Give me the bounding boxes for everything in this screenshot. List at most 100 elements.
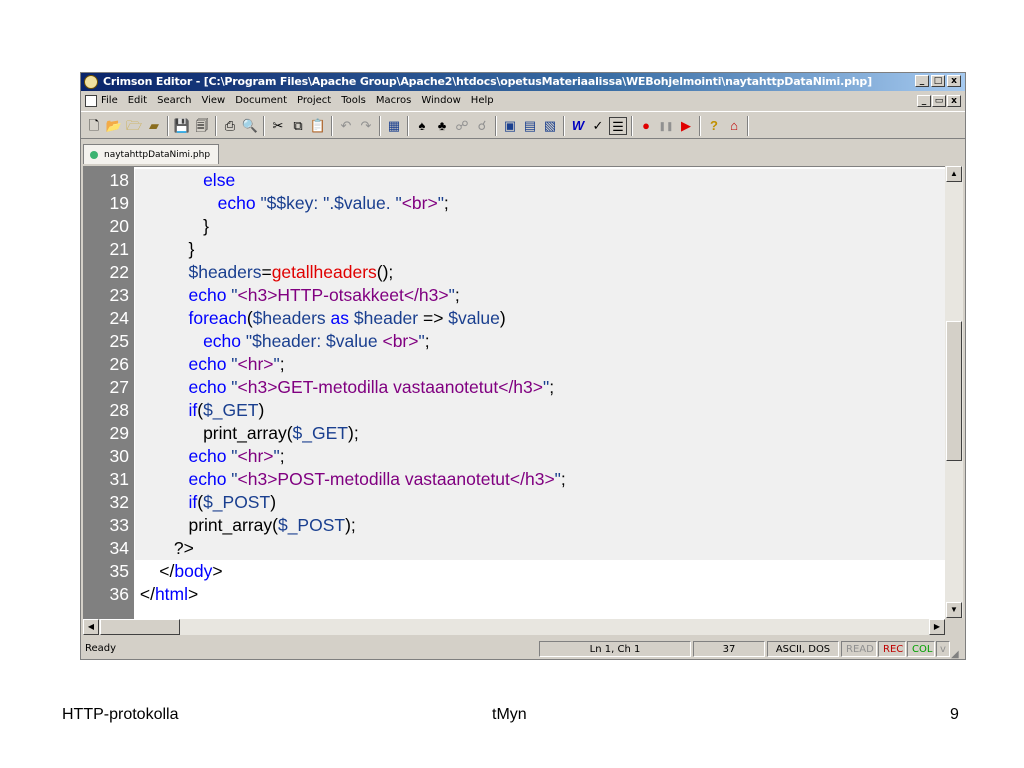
menu-document[interactable]: Document <box>230 92 292 110</box>
code-line[interactable]: 30 echo "<hr>"; <box>83 445 945 468</box>
code-line[interactable]: 34 ?> <box>83 537 945 560</box>
tab-naytahttpdatanimi[interactable]: naytahttpDataNimi.php <box>83 144 220 164</box>
code-token: echo <box>188 446 232 466</box>
line-number: 30 <box>109 446 129 466</box>
undo-icon[interactable]: ↶ <box>337 117 355 135</box>
replace-next-icon[interactable]: ☌ <box>473 117 491 135</box>
print-icon[interactable]: ⎙ <box>221 117 239 135</box>
code-line[interactable]: 33 print_array($_POST); <box>83 514 945 537</box>
line-numbers-icon[interactable]: ☰ <box>609 117 627 135</box>
new-file-icon[interactable]: 🗋 <box>85 117 103 135</box>
code-line[interactable]: 20 } <box>83 215 945 238</box>
toggle-directory-icon[interactable]: ▤ <box>521 117 539 135</box>
code-token: echo <box>188 377 232 397</box>
code-line[interactable]: 25 echo "$header: $value <br>"; <box>83 330 945 353</box>
code-line[interactable]: 22 $headers=getallheaders(); <box>83 261 945 284</box>
crimson-editor-app-icon[interactable] <box>84 75 98 89</box>
menu-project[interactable]: Project <box>292 92 336 110</box>
code-text: echo "<h3>POST-metodilla vastaanotetut</… <box>135 468 945 491</box>
menu-tools[interactable]: Tools <box>336 92 371 110</box>
code-line[interactable]: 28 if($_GET) <box>83 399 945 422</box>
code-line[interactable]: 24 foreach($headers as $header => $value… <box>83 307 945 330</box>
code-line[interactable]: 23 echo "<h3>HTTP-otsakkeet</h3>"; <box>83 284 945 307</box>
code-line[interactable]: 35 </body> <box>83 560 945 583</box>
open-icon[interactable]: 📂 <box>105 117 123 135</box>
toggle-output-icon[interactable]: ▣ <box>501 117 519 135</box>
open-folder-icon[interactable]: ▰ <box>145 117 163 135</box>
mdi-close-button[interactable]: x <box>947 95 961 107</box>
code-text: echo "$header: $value <br>"; <box>135 330 945 353</box>
copy-icon[interactable]: ⧉ <box>289 117 307 135</box>
menu-search[interactable]: Search <box>152 92 196 110</box>
code-token: > <box>188 584 199 604</box>
record-macro-icon[interactable]: ● <box>637 117 655 135</box>
find-next-icon[interactable]: ♣ <box>433 117 451 135</box>
line-number: 18 <box>109 170 129 190</box>
mdi-minimize-button[interactable]: _ <box>917 95 931 107</box>
code-token: ); <box>345 515 356 535</box>
vertical-scrollbar[interactable]: ▲ ▼ <box>945 166 963 618</box>
scroll-up-arrow-icon[interactable]: ▲ <box>946 166 962 182</box>
find-icon[interactable]: ♠ <box>413 117 431 135</box>
line-number: 23 <box>109 285 129 305</box>
code-line[interactable]: 29 print_array($_GET); <box>83 422 945 445</box>
paste-icon[interactable]: 📋 <box>309 117 327 135</box>
print-preview-icon[interactable]: 🔍 <box>241 117 259 135</box>
open-remote-icon[interactable]: 🗁 <box>125 117 143 135</box>
code-token: "$header: $value <box>245 331 383 351</box>
code-line[interactable]: 19 echo "$$key: ".$value. "<br>"; <box>83 192 945 215</box>
code-text: ?> <box>135 537 945 560</box>
toggle-project-icon[interactable]: ▧ <box>541 117 559 135</box>
code-line[interactable]: 27 echo "<h3>GET-metodilla vastaanotetut… <box>83 376 945 399</box>
vertical-scroll-thumb[interactable] <box>946 321 962 461</box>
code-line[interactable]: 36 </html> <box>83 583 945 606</box>
code-line[interactable]: 26 echo "<hr>"; <box>83 353 945 376</box>
save-icon[interactable]: 💾 <box>173 117 191 135</box>
document-system-menu-icon[interactable] <box>85 95 97 107</box>
scroll-down-arrow-icon[interactable]: ▼ <box>946 602 962 618</box>
pause-macro-icon[interactable]: ❚❚ <box>657 117 675 135</box>
minimize-button[interactable]: _ <box>915 75 929 87</box>
close-button[interactable]: x <box>947 75 961 87</box>
menu-help[interactable]: Help <box>466 92 499 110</box>
cut-icon[interactable]: ✂ <box>269 117 287 135</box>
code-line[interactable]: 21 } <box>83 238 945 261</box>
column-mode-icon[interactable]: ▦ <box>385 117 403 135</box>
menu-edit[interactable]: Edit <box>123 92 152 110</box>
menu-window[interactable]: Window <box>416 92 465 110</box>
menu-view[interactable]: View <box>196 92 230 110</box>
resize-grip-icon[interactable]: ◢ <box>951 645 963 660</box>
help-icon[interactable]: ? <box>705 117 723 135</box>
scroll-right-arrow-icon[interactable]: ▶ <box>929 619 945 635</box>
maximize-button[interactable]: □ <box>931 75 945 87</box>
title-bar[interactable]: Crimson Editor - [C:\Program Files\Apach… <box>81 73 965 91</box>
code-token: echo <box>203 331 246 351</box>
code-text: print_array($_POST); <box>135 514 945 537</box>
line-number: 27 <box>109 377 129 397</box>
toolbar-separator <box>215 116 217 136</box>
redo-icon[interactable]: ↷ <box>357 117 375 135</box>
code-line[interactable]: 32 if($_POST) <box>83 491 945 514</box>
menu-macros[interactable]: Macros <box>371 92 416 110</box>
play-macro-icon[interactable]: ▶ <box>677 117 695 135</box>
toolbar-separator <box>407 116 409 136</box>
home-icon[interactable]: ⌂ <box>725 117 743 135</box>
scroll-left-arrow-icon[interactable]: ◀ <box>83 619 99 635</box>
code-line[interactable]: 18 else <box>83 169 945 192</box>
replace-icon[interactable]: ☍ <box>453 117 471 135</box>
save-all-icon[interactable]: 🗐 <box>193 117 211 135</box>
spell-check-icon[interactable]: ✓ <box>589 117 607 135</box>
horizontal-scrollbar[interactable]: ◀ ▶ <box>83 619 945 635</box>
word-wrap-icon[interactable]: W <box>569 117 587 135</box>
code-token: </ <box>135 561 175 581</box>
code-token: <hr> <box>237 354 274 374</box>
code-token: => <box>422 308 449 328</box>
code-line[interactable]: 31 echo "<h3>POST-metodilla vastaanotetu… <box>83 468 945 491</box>
horizontal-scroll-thumb[interactable] <box>100 619 180 635</box>
mdi-restore-button[interactable]: ▭ <box>932 95 946 107</box>
code-editor[interactable]: 18 else 19 echo "$$key: ".$value. "<br>";… <box>83 166 945 619</box>
line-number: 36 <box>109 584 129 604</box>
